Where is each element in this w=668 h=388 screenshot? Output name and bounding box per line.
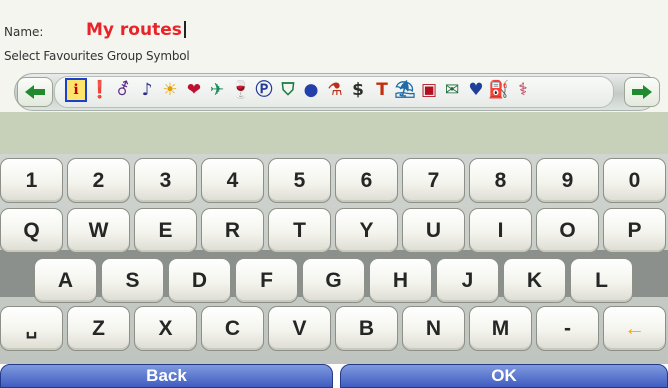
ok-button[interactable]: OK xyxy=(340,364,668,388)
key-w[interactable]: W xyxy=(67,208,130,253)
key-8[interactable]: 8 xyxy=(469,158,532,203)
key-p[interactable]: P xyxy=(603,208,666,253)
key-u[interactable]: U xyxy=(402,208,465,253)
key-e[interactable]: E xyxy=(134,208,197,253)
key-9[interactable]: 9 xyxy=(536,158,599,203)
key-b[interactable]: B xyxy=(335,306,398,351)
airplane-icon[interactable]: ✈ xyxy=(206,78,228,102)
key-a[interactable]: A xyxy=(34,258,97,303)
arrow-left-icon xyxy=(25,85,45,99)
key-j[interactable]: J xyxy=(436,258,499,303)
card-icon[interactable]: ▣ xyxy=(418,78,440,102)
key-o[interactable]: O xyxy=(536,208,599,253)
key-6[interactable]: 6 xyxy=(335,158,398,203)
next-symbols-button[interactable] xyxy=(624,77,660,107)
circle-icon[interactable]: ● xyxy=(300,78,322,102)
key-x[interactable]: X xyxy=(134,306,197,351)
key-c[interactable]: C xyxy=(201,306,264,351)
key-k[interactable]: K xyxy=(503,258,566,303)
key-m[interactable]: M xyxy=(469,306,532,351)
key-3[interactable]: 3 xyxy=(134,158,197,203)
key-g[interactable]: G xyxy=(302,258,365,303)
key-z[interactable]: Z xyxy=(67,306,130,351)
heart-icon[interactable]: ❤ xyxy=(183,78,205,102)
key-q[interactable]: Q xyxy=(0,208,63,253)
parking-icon[interactable]: Ⓟ xyxy=(253,78,275,102)
key-1[interactable]: 1 xyxy=(0,158,63,203)
key-f[interactable]: F xyxy=(235,258,298,303)
spacer-band xyxy=(0,112,668,154)
envelope-icon[interactable]: ✉ xyxy=(441,78,463,102)
back-button[interactable]: Back xyxy=(0,364,333,388)
key-t[interactable]: T xyxy=(268,208,331,253)
key-v[interactable]: V xyxy=(268,306,331,351)
key-y[interactable]: Y xyxy=(335,208,398,253)
chemistry-icon[interactable]: ⚗ xyxy=(324,78,346,102)
beach-icon[interactable]: ⛱ xyxy=(394,78,416,102)
name-input[interactable]: My routes xyxy=(86,20,186,40)
info-icon[interactable]: ℹ xyxy=(65,78,87,102)
space-key[interactable]: ␣ xyxy=(0,306,63,351)
text-caret xyxy=(183,21,186,38)
name-label: Name: xyxy=(4,25,44,39)
key-h[interactable]: H xyxy=(369,258,432,303)
monument-icon[interactable]: T xyxy=(371,78,393,102)
backspace-key[interactable]: ← xyxy=(603,306,666,351)
key-4[interactable]: 4 xyxy=(201,158,264,203)
key-d[interactable]: D xyxy=(168,258,231,303)
money-icon[interactable]: $ xyxy=(347,78,369,102)
key-r[interactable]: R xyxy=(201,208,264,253)
arrow-right-icon xyxy=(632,85,652,99)
key-l[interactable]: L xyxy=(570,258,633,303)
group-symbol-label: Select Favourites Group Symbol xyxy=(4,49,190,63)
sun-icon[interactable]: ☀ xyxy=(159,78,181,102)
heart-blue-icon[interactable]: ♥ xyxy=(465,78,487,102)
key-hyphen[interactable]: - xyxy=(536,306,599,351)
name-value-text: My routes xyxy=(86,20,182,40)
fuel-pump-icon[interactable]: ⛽ xyxy=(488,78,510,102)
medical-icon[interactable]: ⚕ xyxy=(512,78,534,102)
key-0[interactable]: 0 xyxy=(603,158,666,203)
key-n[interactable]: N xyxy=(402,306,465,351)
key-7[interactable]: 7 xyxy=(402,158,465,203)
key-s[interactable]: S xyxy=(101,258,164,303)
shield-icon[interactable]: ⛉ xyxy=(277,78,299,102)
music-icon[interactable]: ♪ xyxy=(136,78,158,102)
key-5[interactable]: 5 xyxy=(268,158,331,203)
favourite-editor-screen: Name: My routes Select Favourites Group … xyxy=(0,0,668,388)
exclamation-icon[interactable]: ❗ xyxy=(89,78,111,102)
wine-glass-icon[interactable]: 🍷 xyxy=(230,78,252,102)
prev-symbols-button[interactable] xyxy=(17,77,53,107)
key-i[interactable]: I xyxy=(469,208,532,253)
key-2[interactable]: 2 xyxy=(67,158,130,203)
person-walking-icon[interactable]: ⚦ xyxy=(112,78,134,102)
